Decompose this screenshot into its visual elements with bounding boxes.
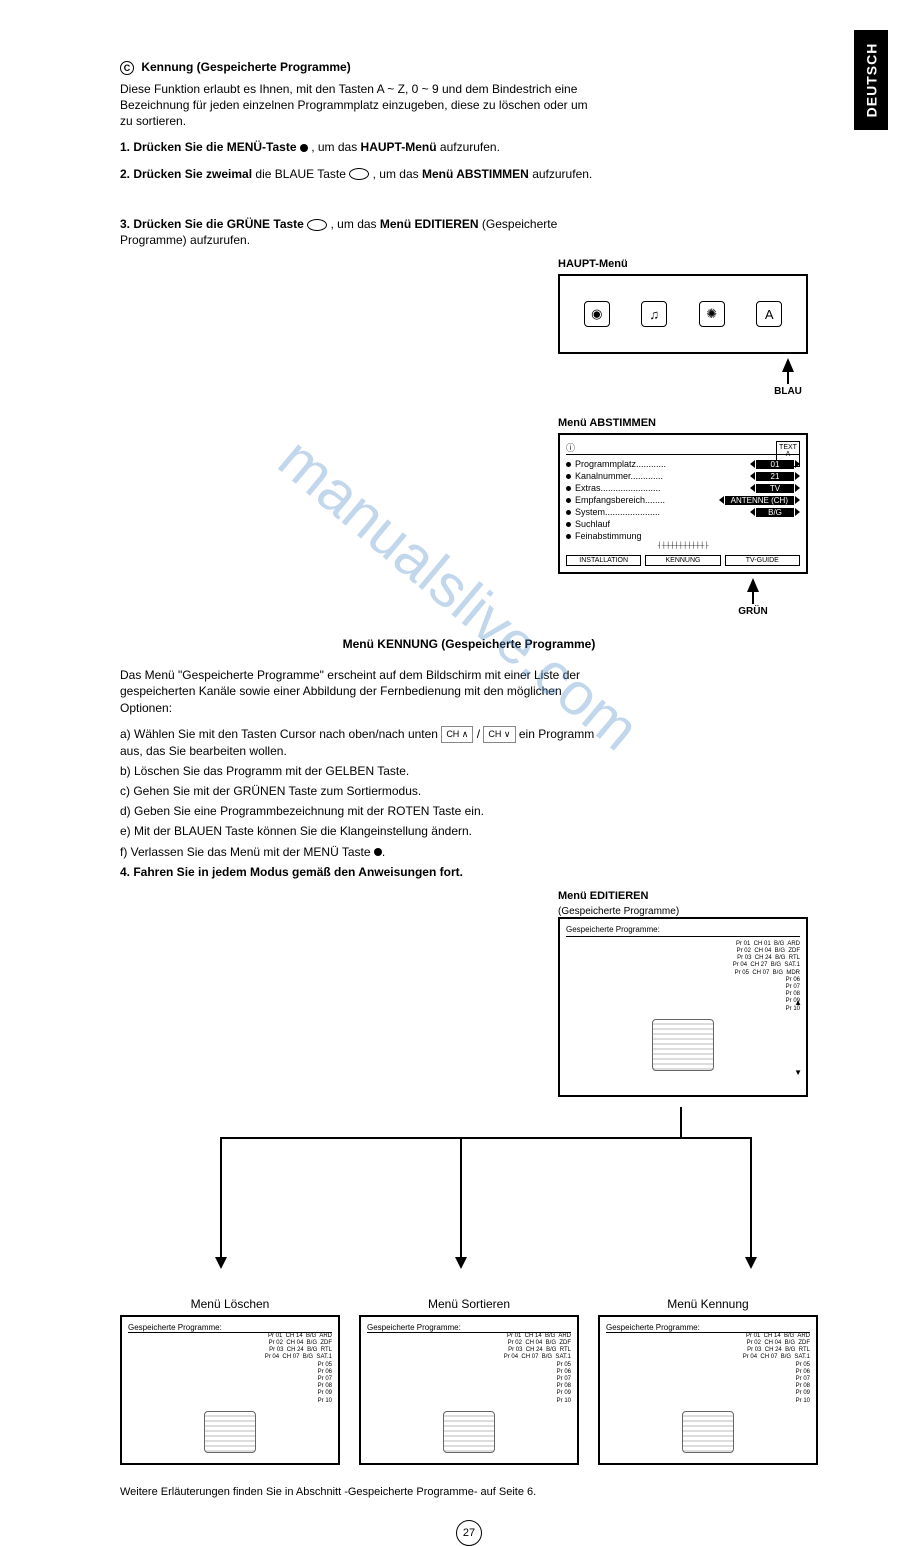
kennung-left: Das Menü "Gespeicherte Programme" ersche… — [120, 663, 600, 890]
flow-diagram — [120, 1107, 818, 1287]
step-list: a) Wählen Sie mit den Tasten Cursor nach… — [120, 726, 600, 860]
editieren-label: Menü EDITIEREN — [558, 890, 818, 902]
right-column: HAUPT-Menü ◉ ♫ ✺ A BLAU Menü ABSTIMMEN T… — [558, 258, 818, 617]
left-column: C Kennung (Gespeicherte Programme) Diese… — [120, 60, 600, 258]
abstimmen-label: Menü ABSTIMMEN — [558, 417, 818, 429]
arrow-to-kennung — [750, 1137, 752, 1267]
music-icon: ♫ — [641, 301, 667, 327]
abstimmen-tabs: INSTALLATION KENNUNG TV-GUIDE — [566, 555, 800, 566]
sortieren-screen: Gespeicherte Programme: Pr 01 CH 14 B/G … — [359, 1315, 579, 1465]
scroll-arrow-up-icon: ▲ — [794, 998, 802, 1007]
remote-sketch-small — [682, 1411, 734, 1453]
remote-sketch-small — [443, 1411, 495, 1453]
arrow-to-sortieren — [460, 1137, 462, 1267]
editieren-screen: Gespeicherte Programme: Pr 01 CH 01 B/G … — [558, 917, 808, 1097]
sub-menu-kennung: Menü Kennung Gespeicherte Programme: Pr … — [598, 1297, 818, 1465]
editieren-sub: (Gespeicherte Programme) — [558, 906, 818, 917]
arrow-to-loeschen — [220, 1137, 222, 1267]
ch-down-key: CH ∨ — [483, 726, 515, 742]
language-label: DEUTSCH — [863, 43, 879, 118]
antenna-icon: A — [756, 301, 782, 327]
step-f: f) Verlassen Sie das Menü mit der MENÜ T… — [120, 844, 600, 860]
green-button-icon — [307, 219, 327, 231]
blue-arrow: BLAU — [758, 358, 818, 397]
section-c-intro: Diese Funktion erlaubt es Ihnen, mit den… — [120, 81, 600, 130]
haupt-label: HAUPT-Menü — [558, 258, 818, 270]
step-a: a) Wählen Sie mit den Tasten Cursor nach… — [120, 726, 600, 759]
copyright-icon: C — [120, 61, 134, 75]
abstimmen-screen: TEXTA ⓘ Programmplatz............01 Kana… — [558, 433, 808, 574]
manual-page: DEUTSCH manualslive.com C Kennung (Gespe… — [0, 0, 918, 1188]
step-d: d) Geben Sie eine Programmbezeichnung mi… — [120, 803, 600, 819]
sub-menu-sortieren: Menü Sortieren Gespeicherte Programme: P… — [359, 1297, 579, 1465]
page-number: 27 — [456, 1520, 482, 1546]
menu-button-icon-2 — [374, 848, 382, 856]
section-c-heading: Kennung (Gespeicherte Programme) — [141, 60, 350, 74]
step-4: 4. Fahren Sie in jedem Modus gemäß den A… — [120, 864, 600, 880]
menu-button-icon — [300, 144, 308, 152]
kennung-intro: Das Menü "Gespeicherte Programme" ersche… — [120, 667, 600, 716]
green-arrow: GRÜN — [688, 578, 818, 617]
haupt-menu-screen: ◉ ♫ ✺ A — [558, 274, 808, 354]
kennung-title: Menü KENNUNG (Gespeicherte Programme) — [120, 637, 818, 651]
section-c-title: C Kennung (Gespeicherte Programme) — [120, 60, 600, 75]
step-c: c) Gehen Sie mit der GRÜNEN Taste zum So… — [120, 783, 600, 799]
step-1: 1. Drücken Sie die MENÜ-Taste , um das H… — [120, 139, 600, 155]
scroll-arrow-down-icon: ▼ — [794, 1068, 802, 1077]
program-list: Pr 01 CH 01 B/G ARD Pr 02 CH 04 B/G ZDF … — [566, 941, 800, 1013]
step-2: 2. Drücken Sie zweimal die BLAUE Taste ,… — [120, 166, 600, 182]
language-tab: DEUTSCH — [854, 30, 888, 130]
abstimmen-rows: Programmplatz............01 Kanalnummer.… — [566, 459, 800, 541]
footer-note: Weitere Erläuterungen finden Sie in Absc… — [120, 1485, 818, 1500]
step-b: b) Löschen Sie das Programm mit der GELB… — [120, 763, 600, 779]
loeschen-screen: Gespeicherte Programme: Pr 01 CH 14 B/G … — [120, 1315, 340, 1465]
clock-icon: ✺ — [699, 301, 725, 327]
step-3: 3. Drücken Sie die GRÜNE Taste , um das … — [120, 216, 600, 248]
blue-button-icon — [349, 168, 369, 180]
ch-up-key: CH ∧ — [441, 726, 473, 742]
editieren-right: Menü EDITIEREN (Gespeicherte Programme) … — [558, 890, 818, 1097]
sub-menu-loeschen: Menü Löschen Gespeicherte Programme: Pr … — [120, 1297, 340, 1465]
step-e: e) Mit der BLAUEN Taste können Sie die K… — [120, 823, 600, 839]
remote-sketch-small — [204, 1411, 256, 1453]
kennung-screen: Gespeicherte Programme: Pr 01 CH 14 B/G … — [598, 1315, 818, 1465]
sub-menus-row: Menü Löschen Gespeicherte Programme: Pr … — [120, 1297, 818, 1465]
remote-sketch — [652, 1019, 714, 1071]
eye-icon: ◉ — [584, 301, 610, 327]
